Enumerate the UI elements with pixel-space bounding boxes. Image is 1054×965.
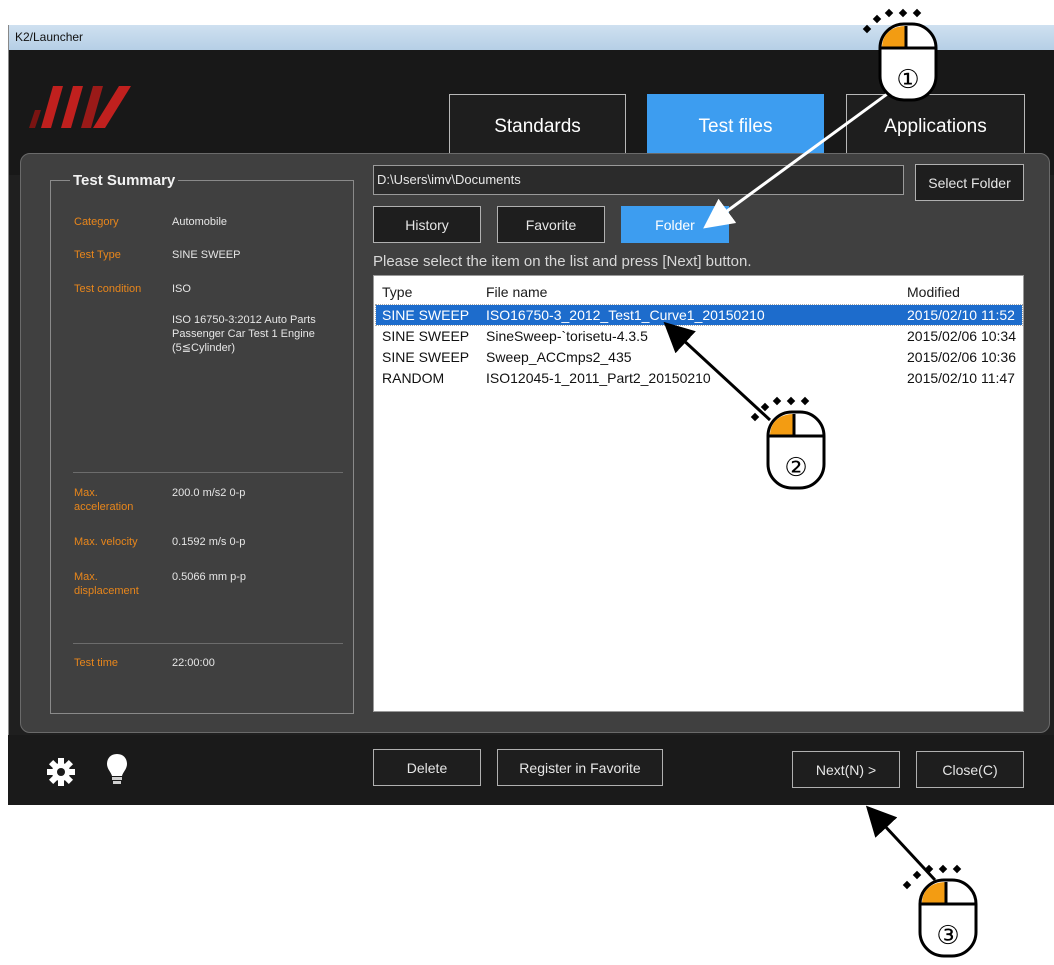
mouse-step3-icon: ③ bbox=[902, 864, 978, 958]
step1-number: ① bbox=[896, 65, 919, 95]
mouse-step1-icon: ① bbox=[862, 8, 938, 102]
step3-number: ③ bbox=[936, 921, 959, 951]
step2-number: ② bbox=[784, 453, 807, 483]
arrow-step1 bbox=[703, 87, 895, 229]
mouse-step2-icon: ② bbox=[750, 396, 826, 490]
annotation-arrows bbox=[663, 87, 937, 882]
